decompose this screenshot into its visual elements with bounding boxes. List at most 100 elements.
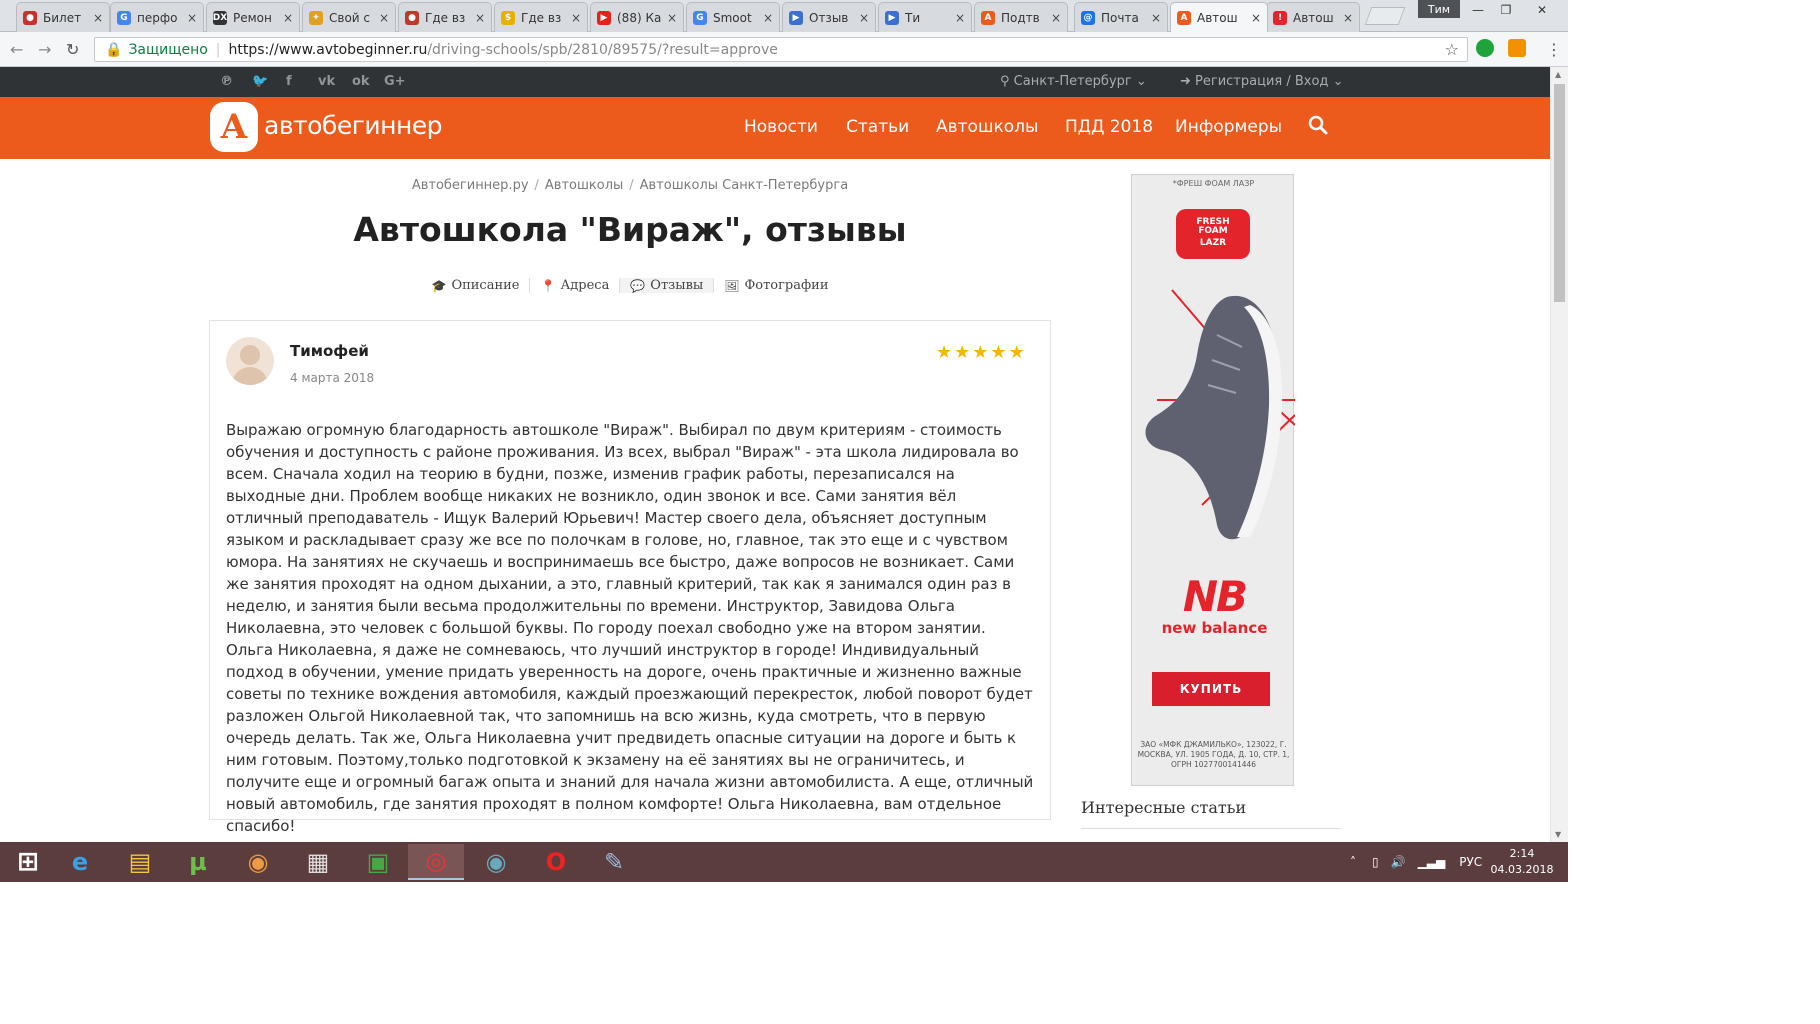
site-logo[interactable]: А (210, 102, 258, 152)
browser-tab[interactable]: DX Ремон × (206, 2, 300, 32)
file-explorer-icon[interactable]: ▤ (112, 844, 168, 880)
sneaker-image (1145, 289, 1295, 540)
tab-close-icon[interactable]: × (1343, 11, 1353, 25)
tab-close-icon[interactable]: × (1051, 11, 1061, 25)
bookmark-star-icon[interactable]: ☆ (1445, 40, 1459, 59)
menu-item-2[interactable]: Автошколы (936, 117, 1038, 137)
scroll-thumb[interactable] (1554, 84, 1565, 302)
back-icon[interactable]: ← (10, 40, 23, 59)
menu-item-0[interactable]: Новости (744, 117, 818, 137)
pinterest-icon[interactable]: ℗ (220, 74, 233, 89)
language-indicator[interactable]: РУС (1459, 855, 1482, 869)
scroll-up-icon[interactable]: ▲ (1555, 70, 1561, 79)
taskbar-glyph: ▤ (128, 848, 152, 876)
taskbar-glyph: e (71, 848, 89, 876)
tab-favicon-icon: ▶ (597, 10, 611, 25)
browser-tab[interactable]: @ Почта × (1074, 2, 1168, 32)
tab-close-icon[interactable]: × (763, 11, 773, 25)
breadcrumb: Автобегиннер.ру / Автошколы / Автошколы Санк… (0, 178, 1260, 193)
breadcrumb-item[interactable]: Автошколы (545, 178, 623, 193)
browser-tab[interactable]: A Автош × (1170, 2, 1268, 32)
city-selector[interactable]: ⚲ Санкт-Петербург ⌄ (1000, 74, 1147, 89)
tab-title: Smoot (713, 10, 752, 25)
battery-icon[interactable]: ▯ (1372, 855, 1379, 869)
tab-close-icon[interactable]: × (475, 11, 485, 25)
login-label: Регистрация / Вход (1195, 74, 1329, 89)
tab-photos[interactable]: 🖼 Фотографии (714, 278, 838, 293)
review-card: Тимофей 4 марта 2018 ★ ★ ★ ★ ★ Выражаю огром… (209, 320, 1051, 835)
scroll-down-icon[interactable]: ▼ (1555, 830, 1561, 839)
menu-item-1[interactable]: Статьи (846, 117, 909, 137)
tab-description[interactable]: 🎓 Описание (421, 278, 531, 293)
close-window-icon[interactable]: ✕ (1524, 0, 1560, 20)
utorrent-icon[interactable]: µ (170, 844, 226, 880)
tray-expand-icon[interactable]: ˄ (1350, 855, 1356, 869)
maximize-icon[interactable]: ❐ (1488, 0, 1524, 20)
browser-tab[interactable]: A Подтв × (974, 2, 1068, 32)
browser-tab[interactable]: ✦ Свой с × (302, 2, 396, 32)
reload-icon[interactable]: ↻ (66, 40, 79, 59)
odnoklassniki-icon[interactable]: ok (352, 74, 370, 89)
breadcrumb-item[interactable]: Автобегиннер.ру (412, 178, 529, 193)
menu-item-4[interactable]: Информеры (1175, 117, 1282, 137)
browser-tab[interactable]: ● Билет × (16, 2, 110, 32)
paint-icon[interactable]: ✎ (586, 844, 642, 880)
tab-title: Свой с (329, 10, 371, 25)
browser-user-button[interactable]: Тим (1418, 0, 1460, 18)
forward-icon[interactable]: → (38, 40, 51, 59)
browser-tab[interactable]: Gперфо × (110, 2, 204, 32)
browser-tab[interactable]: ● Где вз × (398, 2, 492, 32)
tab-close-icon[interactable]: × (955, 11, 965, 25)
browser-menu-icon[interactable]: ⋮ (1546, 40, 1562, 59)
extension-icon[interactable] (1508, 39, 1526, 57)
opera-icon[interactable]: O (528, 844, 584, 880)
tab-close-icon[interactable]: × (1151, 11, 1161, 25)
tab-label: Фотографии (744, 278, 829, 293)
notepad-icon[interactable]: ▦ (290, 844, 346, 880)
new-tab-button[interactable] (1364, 7, 1406, 25)
ad-banner[interactable]: *ФРЕШ ФОАМ ЛАЗР FRESH FOAM LAZR NB new b… (1131, 174, 1295, 786)
breadcrumb-item[interactable]: Автошколы Санкт-Петербурга (640, 178, 849, 193)
tab-close-icon[interactable]: × (667, 11, 677, 25)
facebook-icon[interactable]: f (286, 74, 292, 89)
tab-close-icon[interactable]: × (571, 11, 581, 25)
tab-title: Ти (905, 10, 921, 25)
picasa-icon[interactable]: ◉ (230, 844, 286, 880)
browser-globe-icon[interactable]: ◉ (468, 844, 524, 880)
login-link[interactable]: ➜ Регистрация / Вход ⌄ (1180, 74, 1343, 89)
tab-close-icon[interactable]: × (93, 11, 103, 25)
clock[interactable]: 2:14 04.03.2018 (1490, 846, 1554, 878)
tab-close-icon[interactable]: × (379, 11, 389, 25)
browser-tab[interactable]: $ Где вз × (494, 2, 588, 32)
network-icon[interactable]: ▁▃▅ (1418, 855, 1446, 869)
site-logo-text[interactable]: автобегиннер (264, 111, 443, 140)
url-input[interactable]: 🔒 Защищено | https://www.avtobeginner.ru… (94, 37, 1468, 62)
store-icon[interactable]: ▣ (350, 844, 406, 880)
tab-title: Где вз (521, 10, 562, 25)
tab-addresses[interactable]: 📍 Адреса (530, 278, 621, 293)
twitter-icon[interactable]: 🐦 (252, 74, 268, 89)
search-icon[interactable] (1308, 115, 1328, 135)
tab-reviews[interactable]: 💬 Отзывы (620, 278, 715, 293)
browser-tab[interactable]: ▶ (88) Ка × (590, 2, 684, 32)
browser-tab[interactable]: ▶ Ти × (878, 2, 972, 32)
tab-close-icon[interactable]: × (283, 11, 293, 25)
windows-start-icon[interactable]: ⊞ (0, 844, 56, 880)
google-plus-icon[interactable]: G+ (384, 74, 406, 89)
taskbar-glyph: ✎ (603, 848, 625, 876)
taskbar-glyph: O (545, 848, 567, 876)
internet-explorer-icon[interactable]: e (52, 844, 108, 880)
ad-buy-button[interactable]: КУПИТЬ (1152, 672, 1270, 706)
menu-item-3[interactable]: ПДД 2018 (1065, 117, 1153, 137)
chrome-icon[interactable]: ◎ (408, 844, 464, 880)
browser-tab[interactable]: G Smoot × (686, 2, 780, 32)
vk-icon[interactable]: vk (318, 74, 335, 89)
browser-tab[interactable]: ▶ Отзыв × (782, 2, 876, 32)
tab-close-icon[interactable]: × (187, 11, 197, 25)
volume-icon[interactable]: 🔊 (1391, 855, 1406, 869)
tab-close-icon[interactable]: × (859, 11, 869, 25)
download-extension-icon[interactable] (1476, 39, 1494, 57)
tab-close-icon[interactable]: × (1251, 11, 1261, 25)
page-scrollbar[interactable]: ▲ ▼ (1550, 67, 1568, 842)
browser-tab[interactable]: ! Автош × (1266, 2, 1360, 32)
